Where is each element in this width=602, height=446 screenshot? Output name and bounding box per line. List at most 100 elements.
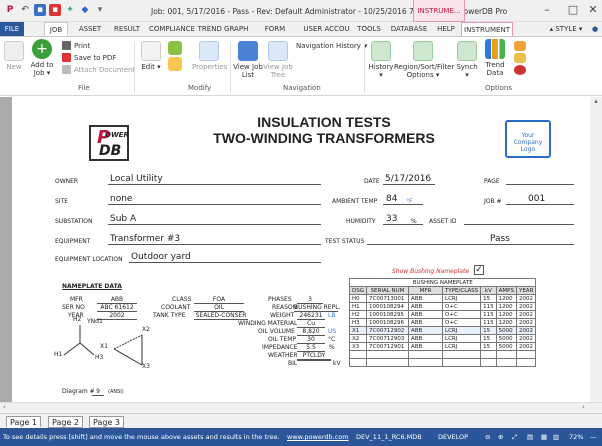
table-cell[interactable]: 1200 xyxy=(495,302,517,311)
table-cell[interactable]: 2002 xyxy=(515,302,537,311)
table-cell[interactable] xyxy=(349,350,367,359)
table-cell[interactable]: X2 xyxy=(349,334,367,343)
page-view-icon[interactable]: ▥ xyxy=(553,433,559,441)
table-row[interactable]: H3 1000108296 ABB O+C 115 1200 2002 xyxy=(349,318,537,327)
impedance-value[interactable]: 5.5 xyxy=(297,344,325,352)
table-row[interactable]: H1 1000108294 ABB O+C 115 1200 2002 xyxy=(349,302,537,311)
synch-button[interactable]: Synch ▾ xyxy=(454,41,480,79)
table-cell[interactable]: ABB xyxy=(408,294,443,303)
table-cell[interactable]: 1200 xyxy=(495,294,517,303)
tools-dropdown[interactable] xyxy=(167,41,183,73)
table-cell[interactable] xyxy=(495,358,517,367)
table-cell[interactable]: 1000108295 xyxy=(366,310,409,319)
table-cell[interactable]: 2002 xyxy=(515,342,537,351)
scroll-left-icon[interactable]: ‹ xyxy=(3,403,6,411)
table-cell[interactable]: ABB xyxy=(408,310,443,319)
sheet-tab-page-3[interactable]: Page 3 xyxy=(89,416,124,428)
view-job-list-button[interactable]: View Job List xyxy=(232,41,264,79)
sync-icon[interactable]: ✦ xyxy=(64,4,76,16)
humidity-value[interactable]: 33 xyxy=(386,214,397,224)
table-cell[interactable]: 15 xyxy=(480,294,497,303)
table-cell[interactable]: H1 xyxy=(349,302,367,311)
zoom-slider-icon[interactable]: — xyxy=(590,433,597,441)
table-row[interactable]: X3 7C00712901 ABB LCRJ 15 5000 2002 xyxy=(349,342,537,351)
ambient-temp-value[interactable]: 84 xyxy=(386,194,397,204)
navigation-history-button[interactable]: Navigation History ▾ xyxy=(296,42,367,50)
new-button[interactable]: New xyxy=(3,41,25,71)
grid-icon[interactable]: ▦ xyxy=(541,433,547,441)
undo-icon[interactable]: ↶ xyxy=(19,4,31,16)
table-cell[interactable]: O+C xyxy=(441,310,482,319)
table-cell[interactable]: H0 xyxy=(349,294,367,303)
tank-type-value[interactable]: SEALED-CONSER xyxy=(194,312,248,320)
table-cell[interactable] xyxy=(480,358,497,367)
customize-icon[interactable]: ▾ xyxy=(94,4,106,16)
add-to-job-button[interactable]: + Add to Job ▾ xyxy=(27,39,57,77)
table-cell[interactable] xyxy=(515,358,537,367)
table-cell[interactable]: X3 xyxy=(349,342,367,351)
diagram-value[interactable]: 9 xyxy=(92,388,104,396)
equipment-value[interactable]: Transformer #3 xyxy=(110,234,180,244)
table-cell[interactable]: H2 xyxy=(349,310,367,319)
tab-job[interactable]: JOB xyxy=(44,22,68,37)
table-cell[interactable]: O+C xyxy=(441,302,482,311)
tab-compliance[interactable]: COMPLIANCE xyxy=(147,22,197,36)
options-dropdowns[interactable] xyxy=(512,41,528,77)
tab-form-library[interactable]: FORM LIBRARY xyxy=(250,22,300,36)
vertical-scrollbar[interactable]: ▴ ▾ xyxy=(590,97,602,415)
table-cell[interactable]: ABB xyxy=(408,334,443,343)
help-circle-icon[interactable]: ● xyxy=(589,22,601,36)
table-cell[interactable]: 1200 xyxy=(495,318,517,327)
table-cell[interactable]: 115 xyxy=(480,302,497,311)
table-cell[interactable] xyxy=(408,350,443,359)
zoom-in-icon[interactable]: ⊕ xyxy=(498,433,503,441)
table-cell[interactable]: LCRJ xyxy=(441,326,482,335)
weather-value[interactable]: PTCLDY xyxy=(297,352,331,360)
table-cell[interactable]: H3 xyxy=(349,318,367,327)
attach-document-button[interactable]: Attach Document xyxy=(62,65,135,74)
table-row[interactable]: X1 7C00712902 ABB LCRJ 15 5000 2002 xyxy=(349,326,537,335)
table-cell[interactable]: 15 xyxy=(480,326,497,335)
tab-database[interactable]: DATABASE xyxy=(388,22,430,36)
table-cell[interactable]: 7C00712902 xyxy=(366,326,409,335)
serial-value[interactable]: ABC 61612 xyxy=(97,304,137,312)
minimize-button[interactable]: – xyxy=(534,3,560,16)
table-cell[interactable]: 1000108296 xyxy=(366,318,409,327)
sheet-tab-page-2[interactable]: Page 2 xyxy=(48,416,83,428)
tab-help[interactable]: HELP xyxy=(434,22,458,36)
tab-instrument[interactable]: INSTRUMENT xyxy=(461,22,513,36)
app-icon[interactable]: P xyxy=(4,4,16,16)
coolant-value[interactable]: OIL xyxy=(194,304,244,312)
test-status-value[interactable]: Pass xyxy=(490,234,510,244)
tab-result[interactable]: RESULT xyxy=(110,22,144,36)
table-row[interactable]: H0 7C00713001 ABB LCRJ 15 1200 2002 xyxy=(349,294,537,303)
table-cell[interactable]: 1200 xyxy=(495,310,517,319)
website-link[interactable]: www.powerdb.com xyxy=(287,433,349,441)
table-cell[interactable]: ABB xyxy=(408,318,443,327)
show-bushing-checkbox[interactable]: ✓ xyxy=(474,265,484,275)
fit-icon[interactable]: ⤢ xyxy=(512,433,517,442)
table-cell[interactable]: 7C00712901 xyxy=(366,342,409,351)
date-value[interactable]: 5/17/2016 xyxy=(385,174,431,184)
scroll-right-icon[interactable]: › xyxy=(582,403,585,411)
table-cell[interactable]: 7C00712903 xyxy=(366,334,409,343)
location-value[interactable]: Outdoor yard xyxy=(131,252,191,262)
table-cell[interactable] xyxy=(441,358,482,367)
table-row[interactable]: H2 1000108295 ABB O+C 115 1200 2002 xyxy=(349,310,537,319)
region-sort-filter-button[interactable]: Region/Sort/Filter Options ▾ xyxy=(394,41,454,79)
winding-value[interactable]: Cu xyxy=(297,320,325,328)
table-cell[interactable]: 115 xyxy=(480,310,497,319)
site-value[interactable]: none xyxy=(110,194,132,204)
table-cell[interactable]: LCRJ xyxy=(441,342,482,351)
table-cell[interactable]: LCRJ xyxy=(441,334,482,343)
bil-value[interactable] xyxy=(297,360,331,361)
edit-button[interactable]: Edit ▾ xyxy=(140,41,162,71)
table-cell[interactable] xyxy=(366,358,409,367)
style-menu[interactable]: ▴ STYLE ▾ xyxy=(544,22,588,36)
table-row[interactable] xyxy=(349,350,537,359)
view-icon[interactable]: ▤ xyxy=(527,433,533,441)
table-cell[interactable] xyxy=(480,350,497,359)
table-cell[interactable]: ABB xyxy=(408,302,443,311)
reason-value[interactable]: BUSHING REPL. xyxy=(294,304,340,312)
close-button[interactable]: ✕ xyxy=(580,3,602,16)
